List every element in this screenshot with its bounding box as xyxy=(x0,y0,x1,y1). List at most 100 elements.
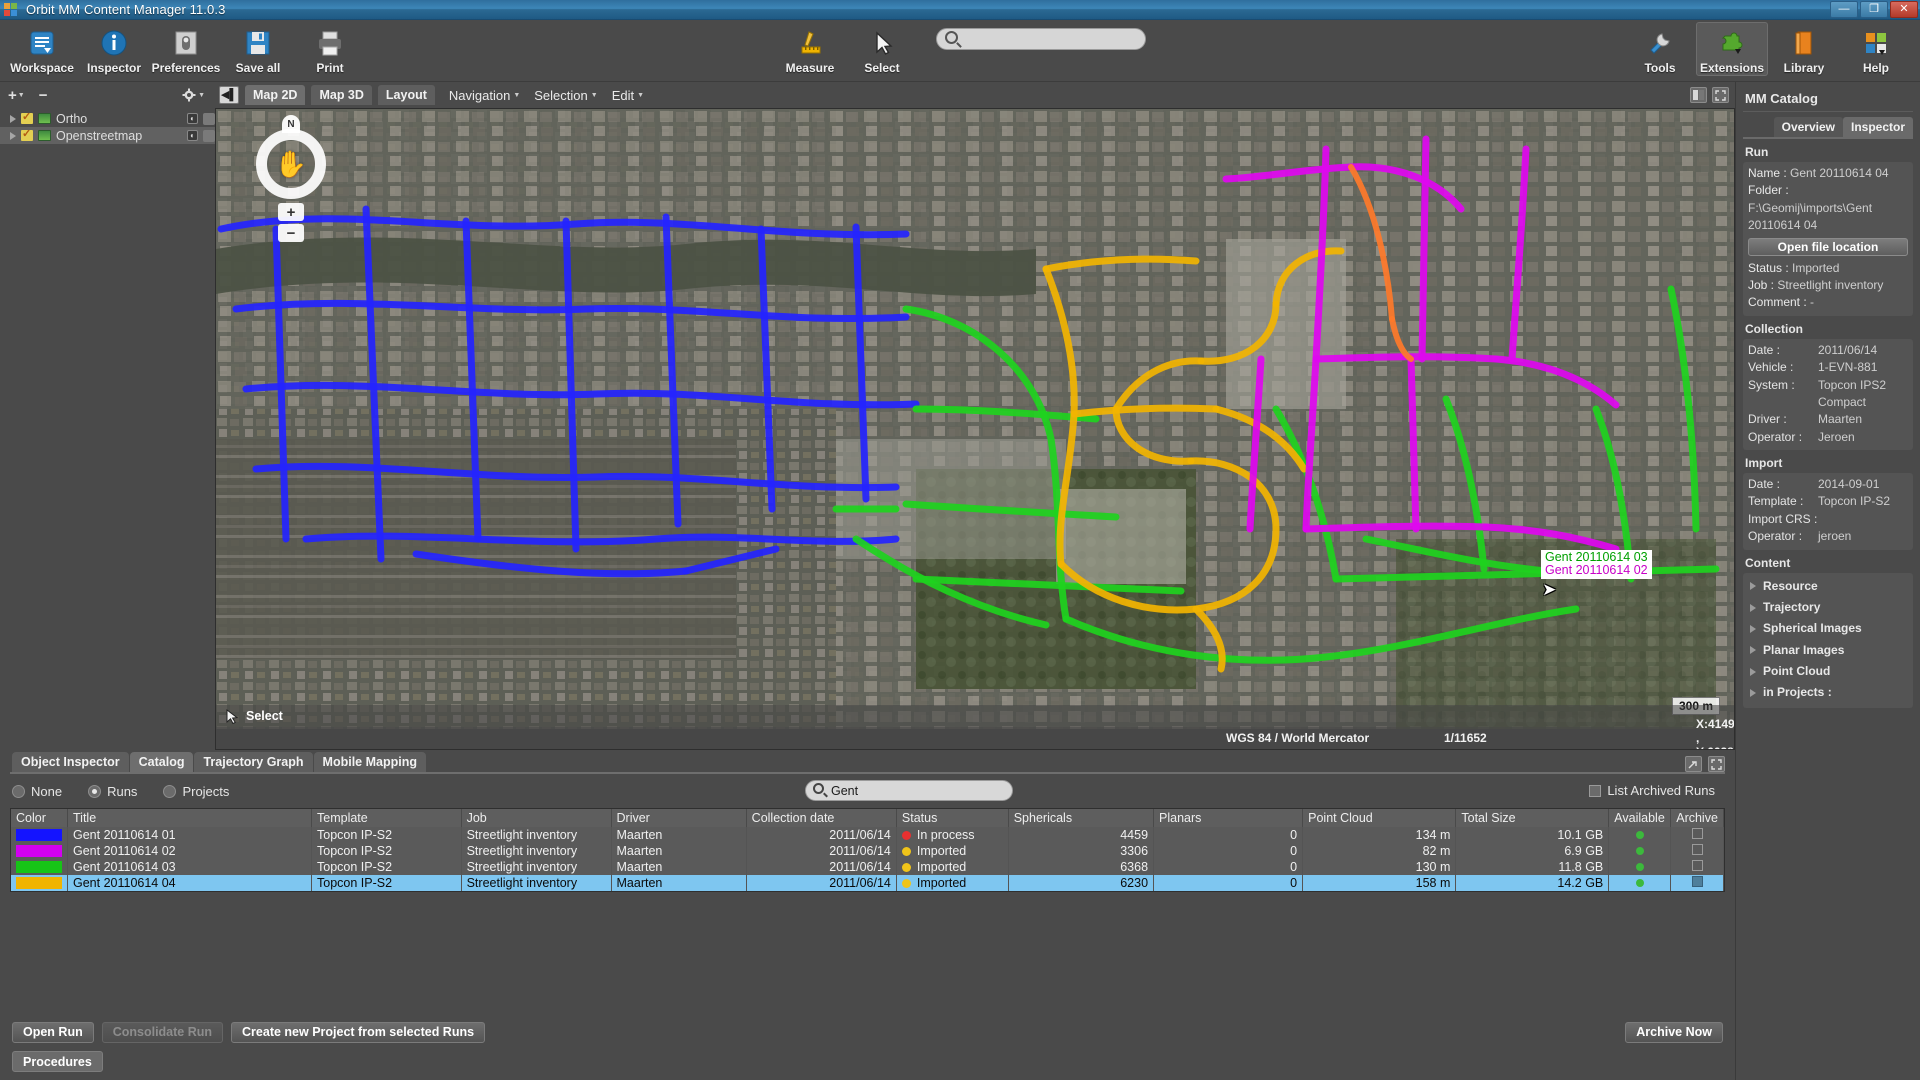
radio-runs[interactable]: Runs xyxy=(88,784,137,799)
expand-triangle-icon[interactable] xyxy=(1750,646,1756,655)
menu-selection[interactable]: Selection ▼ xyxy=(534,88,597,103)
toolbar-library-button[interactable]: Library xyxy=(1768,22,1840,76)
toolbar-workspace-button[interactable]: Workspace xyxy=(6,22,78,76)
content-item-point-cloud[interactable]: Point Cloud xyxy=(1748,661,1908,682)
toolbar-preferences-button[interactable]: Preferences xyxy=(150,22,222,76)
toolbar-select-button[interactable]: Select xyxy=(846,22,918,76)
menu-navigation[interactable]: Navigation ▼ xyxy=(449,88,520,103)
col-total-size[interactable]: Total Size xyxy=(1455,809,1610,827)
col-archive[interactable]: Archive xyxy=(1670,809,1724,827)
col-driver[interactable]: Driver xyxy=(611,809,747,827)
layer-settings-button[interactable]: ▼ xyxy=(182,88,205,102)
cell-archive[interactable] xyxy=(1670,875,1724,891)
layer-visibility-checkbox[interactable] xyxy=(21,127,33,141)
col-available[interactable]: Available xyxy=(1608,809,1672,827)
create-new-project-button[interactable]: Create new Project from selected Runs xyxy=(231,1021,486,1043)
expand-triangle-icon[interactable] xyxy=(1750,667,1756,676)
archive-checkbox[interactable] xyxy=(1691,876,1703,887)
map-canvas[interactable]: N ✋ + − Gent 20110614 03 Gent 20110614 0… xyxy=(215,108,1735,750)
radio-runs-dot[interactable] xyxy=(88,784,102,798)
toolbar-help-button[interactable]: Help xyxy=(1840,22,1912,76)
layer-visibility-checkbox[interactable] xyxy=(21,110,33,124)
collapse-panel-button[interactable]: ◀▌ xyxy=(219,86,239,104)
tab-catalog[interactable]: Catalog xyxy=(129,752,194,772)
cell-archive[interactable] xyxy=(1670,827,1724,843)
toolbar-save-all-button[interactable]: Save all xyxy=(222,22,294,76)
search-input[interactable] xyxy=(936,28,1146,50)
table-row[interactable]: Gent 20110614 02 Topcon IP-S2 Streetlight … xyxy=(11,843,1724,859)
detach-panel-button[interactable] xyxy=(1685,756,1702,772)
expand-triangle-icon[interactable] xyxy=(1750,603,1756,612)
tab-inspector[interactable]: Inspector xyxy=(1842,117,1913,137)
radio-projects[interactable]: Projects xyxy=(163,784,229,799)
layer-plugin-icon[interactable] xyxy=(203,129,215,142)
map-select-mode-bar[interactable]: Select xyxy=(216,705,1734,727)
archive-checkbox[interactable] xyxy=(1691,860,1703,871)
content-item-in-projects[interactable]: in Projects : xyxy=(1748,682,1908,703)
expand-triangle-icon[interactable] xyxy=(1750,689,1756,698)
archive-checkbox[interactable] xyxy=(1691,844,1703,855)
cell-archive[interactable] xyxy=(1670,859,1724,875)
pan-hand-icon[interactable]: ✋ xyxy=(275,151,307,177)
content-item-planar-images[interactable]: Planar Images xyxy=(1748,640,1908,661)
archive-now-button[interactable]: Archive Now xyxy=(1625,1021,1723,1043)
expand-triangle-icon[interactable] xyxy=(1750,625,1756,634)
tab-map-3d[interactable]: Map 3D xyxy=(311,85,372,105)
minimize-button[interactable]: — xyxy=(1830,1,1858,18)
toolbar-measure-button[interactable]: Measure xyxy=(774,22,846,76)
layer-tree-item-openstreetmap[interactable]: Openstreetmap ◐ xyxy=(0,127,215,144)
table-row[interactable]: Gent 20110614 03 Topcon IP-S2 Streetlight … xyxy=(11,859,1724,875)
layer-opacity-icon[interactable]: ◐ xyxy=(187,130,198,141)
open-run-button[interactable]: Open Run xyxy=(12,1021,94,1043)
tab-mobile-mapping[interactable]: Mobile Mapping xyxy=(313,752,426,772)
maximize-button[interactable]: ❐ xyxy=(1860,1,1888,18)
remove-layer-button[interactable]: − xyxy=(39,88,48,103)
content-item-trajectory[interactable]: Trajectory xyxy=(1748,597,1908,618)
layer-opacity-icon[interactable]: ◐ xyxy=(187,113,198,124)
catalog-search[interactable] xyxy=(805,780,1013,801)
catalog-search-input[interactable] xyxy=(805,780,1013,801)
table-row[interactable]: Gent 20110614 04 Topcon IP-S2 Streetlight … xyxy=(11,875,1724,891)
content-item-spherical-images[interactable]: Spherical Images xyxy=(1748,618,1908,639)
cell-archive[interactable] xyxy=(1670,843,1724,859)
col-template[interactable]: Template xyxy=(311,809,462,827)
maximize-panel-button[interactable] xyxy=(1708,756,1725,772)
zoom-in-button[interactable]: + xyxy=(278,203,304,221)
col-sphericals[interactable]: Sphericals xyxy=(1008,809,1155,827)
toolbar-inspector-button[interactable]: Inspector xyxy=(78,22,150,76)
checkbox-box[interactable] xyxy=(1589,784,1602,797)
expand-triangle-icon[interactable] xyxy=(10,114,16,123)
tab-map-2d[interactable]: Map 2D xyxy=(245,85,306,105)
col-job[interactable]: Job xyxy=(461,809,612,827)
col-collection-date[interactable]: Collection date xyxy=(746,809,897,827)
fullscreen-button[interactable] xyxy=(1712,87,1729,103)
col-planars[interactable]: Planars xyxy=(1153,809,1304,827)
archive-checkbox[interactable] xyxy=(1691,828,1703,839)
toolbar-tools-button[interactable]: Tools xyxy=(1624,22,1696,76)
expand-triangle-icon[interactable] xyxy=(10,131,16,140)
toolbar-extensions-button[interactable]: Extensions xyxy=(1696,22,1768,76)
tab-layout[interactable]: Layout xyxy=(377,85,435,105)
table-row[interactable]: Gent 20110614 01 Topcon IP-S2 Streetlight … xyxy=(11,827,1724,843)
menu-edit[interactable]: Edit ▼ xyxy=(612,88,644,103)
map-navigation-compass[interactable]: N ✋ xyxy=(256,115,326,199)
radio-projects-dot[interactable] xyxy=(163,784,177,798)
tab-object-inspector[interactable]: Object Inspector xyxy=(12,752,129,772)
split-view-button[interactable] xyxy=(1690,87,1707,103)
add-layer-button[interactable]: + ▼ xyxy=(8,88,25,103)
content-item-resource[interactable]: Resource xyxy=(1748,576,1908,597)
layer-plugin-icon[interactable] xyxy=(203,112,215,125)
radio-none[interactable]: None xyxy=(12,784,62,799)
layer-tree-item-ortho[interactable]: Ortho ◐ xyxy=(0,110,215,127)
tab-overview[interactable]: Overview xyxy=(1773,117,1843,137)
col-status[interactable]: Status xyxy=(896,809,1009,827)
col-point-cloud[interactable]: Point Cloud xyxy=(1302,809,1457,827)
tab-trajectory-graph[interactable]: Trajectory Graph xyxy=(194,752,313,772)
radio-none-dot[interactable] xyxy=(12,784,25,798)
open-file-location-button[interactable]: Open file location xyxy=(1748,237,1908,256)
global-search[interactable] xyxy=(936,28,1146,50)
expand-triangle-icon[interactable] xyxy=(1750,582,1756,591)
list-archived-runs-checkbox[interactable]: List Archived Runs xyxy=(1589,783,1715,798)
toolbar-print-button[interactable]: Print xyxy=(294,22,366,76)
col-title[interactable]: Title xyxy=(67,809,313,827)
